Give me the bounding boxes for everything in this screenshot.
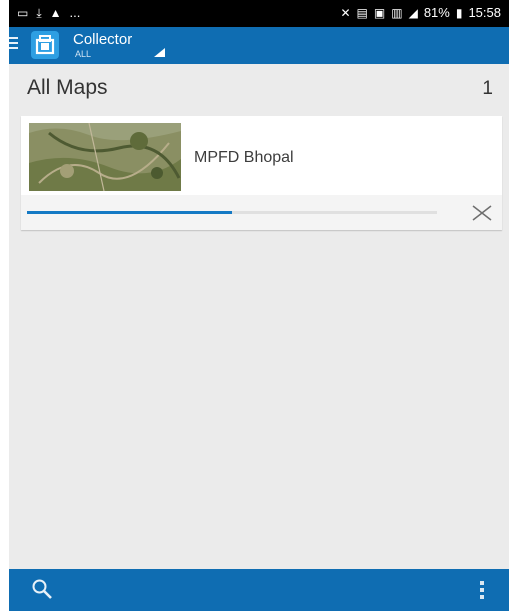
app-title[interactable]: Collector bbox=[73, 31, 132, 48]
map-filter-value[interactable]: ALL bbox=[75, 49, 91, 59]
status-overflow: ... bbox=[69, 5, 81, 20]
sim-icon: ▣ bbox=[373, 6, 386, 20]
search-icon[interactable] bbox=[31, 578, 53, 600]
battery-icon: ▮ bbox=[455, 6, 463, 20]
bottom-bar bbox=[9, 569, 509, 611]
mute-icon: ✕ bbox=[340, 6, 351, 20]
map-card[interactable]: MPFD Bhopal bbox=[21, 116, 502, 230]
battery-level: 81% bbox=[423, 5, 450, 20]
hamburger-icon[interactable] bbox=[9, 37, 19, 51]
collector-logo-icon[interactable] bbox=[31, 31, 59, 59]
filter-dropdown-icon[interactable] bbox=[154, 48, 165, 57]
download-icon: ⤓ bbox=[36, 6, 42, 20]
signal-icon: ◢ bbox=[408, 6, 418, 20]
page-title: All Maps bbox=[27, 76, 108, 99]
download-progress-track bbox=[27, 211, 437, 214]
more-vert-icon[interactable] bbox=[477, 578, 487, 602]
map-name[interactable]: MPFD Bhopal bbox=[194, 149, 294, 167]
map-count: 1 bbox=[482, 78, 493, 99]
cancel-download-close-icon[interactable] bbox=[470, 201, 494, 225]
phone-screen: ▭ ⤓ ▲ ... ✕ ▤ ▣ ▥ ◢ 81% ▮ 15:58 Collecto bbox=[9, 0, 509, 611]
image-icon: ▭ bbox=[17, 6, 29, 20]
download-progress-row bbox=[21, 195, 502, 230]
map-thumbnail[interactable] bbox=[29, 123, 181, 191]
download-progress-fill bbox=[27, 211, 232, 214]
status-bar: ▭ ⤓ ▲ ... ✕ ▤ ▣ ▥ ◢ 81% ▮ 15:58 bbox=[9, 0, 509, 27]
warning-icon: ▲ bbox=[49, 6, 62, 20]
volte-icon: ▤ bbox=[356, 6, 368, 20]
app-bar: Collector ALL bbox=[9, 27, 509, 64]
clock: 15:58 bbox=[468, 5, 501, 20]
lte-signal-icon: ▥ bbox=[391, 6, 403, 20]
